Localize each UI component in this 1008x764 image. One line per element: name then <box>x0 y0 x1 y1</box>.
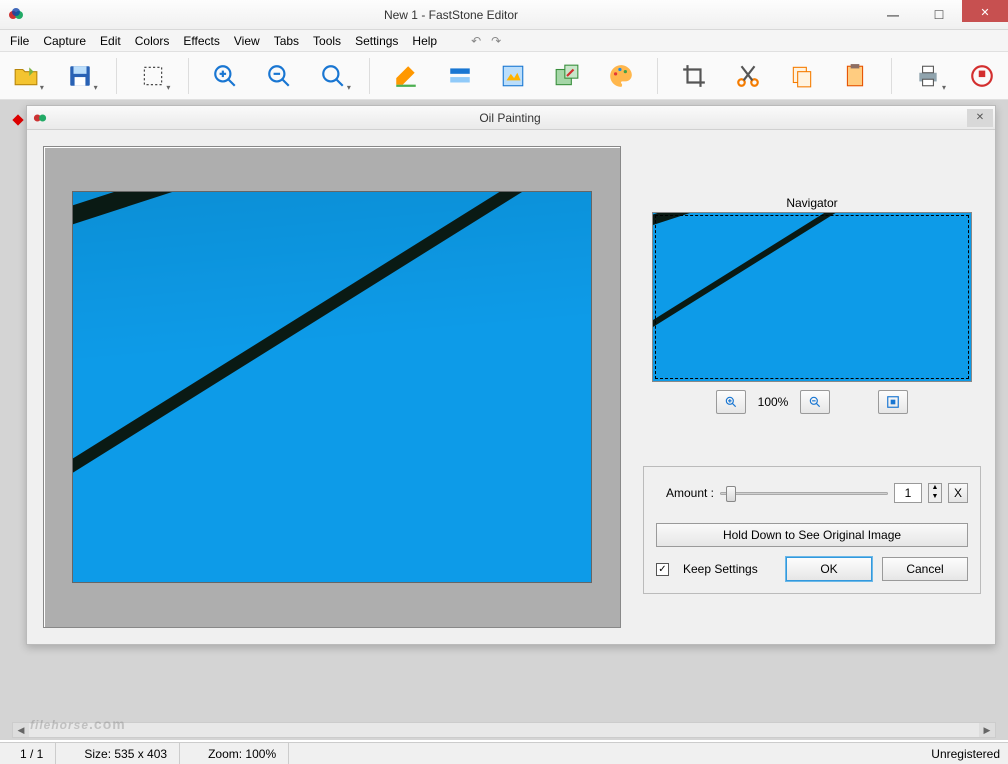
nav-fit-button[interactable] <box>878 390 908 414</box>
menu-capture[interactable]: Capture <box>37 32 92 50</box>
nav-zoom-in-button[interactable] <box>716 390 746 414</box>
menu-settings[interactable]: Settings <box>349 32 404 50</box>
preview-image[interactable] <box>72 191 592 583</box>
zoom-fit-button[interactable]: ▾ <box>313 54 353 98</box>
menu-tabs[interactable]: Tabs <box>268 32 305 50</box>
window-maximize-button[interactable] <box>916 4 962 26</box>
dialog-titlebar: Oil Painting <box>27 106 995 130</box>
menu-edit[interactable]: Edit <box>94 32 127 50</box>
settings-panel: Amount : ▲▼ X Hold Down to See Original … <box>643 466 981 594</box>
amount-label: Amount : <box>656 486 714 500</box>
resize-button[interactable] <box>547 54 587 98</box>
menu-file[interactable]: File <box>4 32 35 50</box>
menu-help[interactable]: Help <box>406 32 443 50</box>
paste-button[interactable] <box>835 54 875 98</box>
status-zoom: Zoom: 100% <box>196 743 289 764</box>
select-button[interactable]: ▾ <box>133 54 173 98</box>
zoom-in-button[interactable] <box>205 54 245 98</box>
colors-button[interactable] <box>601 54 641 98</box>
watermark: filehorse.com <box>30 704 126 736</box>
cancel-button[interactable]: Cancel <box>882 557 968 581</box>
app-icon <box>8 7 24 23</box>
crop-button[interactable] <box>674 54 714 98</box>
ok-button[interactable]: OK <box>786 557 872 581</box>
dialog-icon <box>33 111 47 125</box>
menubar: File Capture Edit Colors Effects View Ta… <box>0 30 1008 52</box>
navigator-box[interactable] <box>652 212 972 382</box>
hold-original-button[interactable]: Hold Down to See Original Image <box>656 523 968 547</box>
statusbar: 1 / 1 Size: 535 x 403 Zoom: 100% Unregis… <box>0 742 1008 764</box>
print-button[interactable]: ▾ <box>908 54 948 98</box>
menu-view[interactable]: View <box>228 32 266 50</box>
caption-button[interactable] <box>440 54 480 98</box>
draw-button[interactable] <box>386 54 426 98</box>
copy-button[interactable] <box>782 54 822 98</box>
toolbar: ▾ ▾ ▾ ▾ ▾ <box>0 52 1008 100</box>
dialog-title: Oil Painting <box>53 111 967 125</box>
keep-settings-checkbox[interactable] <box>656 563 669 576</box>
status-page: 1 / 1 <box>8 743 56 764</box>
amount-input[interactable] <box>894 483 922 503</box>
nav-zoom-out-button[interactable] <box>800 390 830 414</box>
menu-effects[interactable]: Effects <box>177 32 225 50</box>
oil-painting-dialog: Oil Painting Navigator 100% <box>26 105 996 645</box>
window-title: New 1 - FastStone Editor <box>32 8 870 22</box>
menu-colors[interactable]: Colors <box>129 32 176 50</box>
cut-button[interactable] <box>728 54 768 98</box>
amount-reset-button[interactable]: X <box>948 483 968 503</box>
window-close-button[interactable] <box>962 0 1008 22</box>
close-doc-button[interactable] <box>962 54 1002 98</box>
amount-spinner[interactable]: ▲▼ <box>928 483 942 503</box>
window-minimize-button[interactable] <box>870 4 916 26</box>
status-size: Size: 535 x 403 <box>72 743 180 764</box>
window-titlebar: New 1 - FastStone Editor <box>0 0 1008 30</box>
redo-button[interactable]: ↷ <box>487 34 505 48</box>
navigator-selection[interactable] <box>655 215 969 379</box>
save-button[interactable]: ▾ <box>60 54 100 98</box>
status-registration: Unregistered <box>931 747 1000 761</box>
undo-button[interactable]: ↶ <box>467 34 485 48</box>
menu-tools[interactable]: Tools <box>307 32 347 50</box>
keep-settings-label: Keep Settings <box>683 562 758 576</box>
open-button[interactable]: ▾ <box>6 54 46 98</box>
nav-zoom-label: 100% <box>754 395 793 409</box>
zoom-out-button[interactable] <box>259 54 299 98</box>
dialog-close-button[interactable] <box>967 109 993 127</box>
edge-button[interactable] <box>493 54 533 98</box>
preview-frame <box>43 146 621 628</box>
amount-slider[interactable] <box>720 484 888 502</box>
navigator-label: Navigator <box>643 196 981 210</box>
horizontal-scrollbar[interactable]: ◀▶ <box>12 722 996 738</box>
